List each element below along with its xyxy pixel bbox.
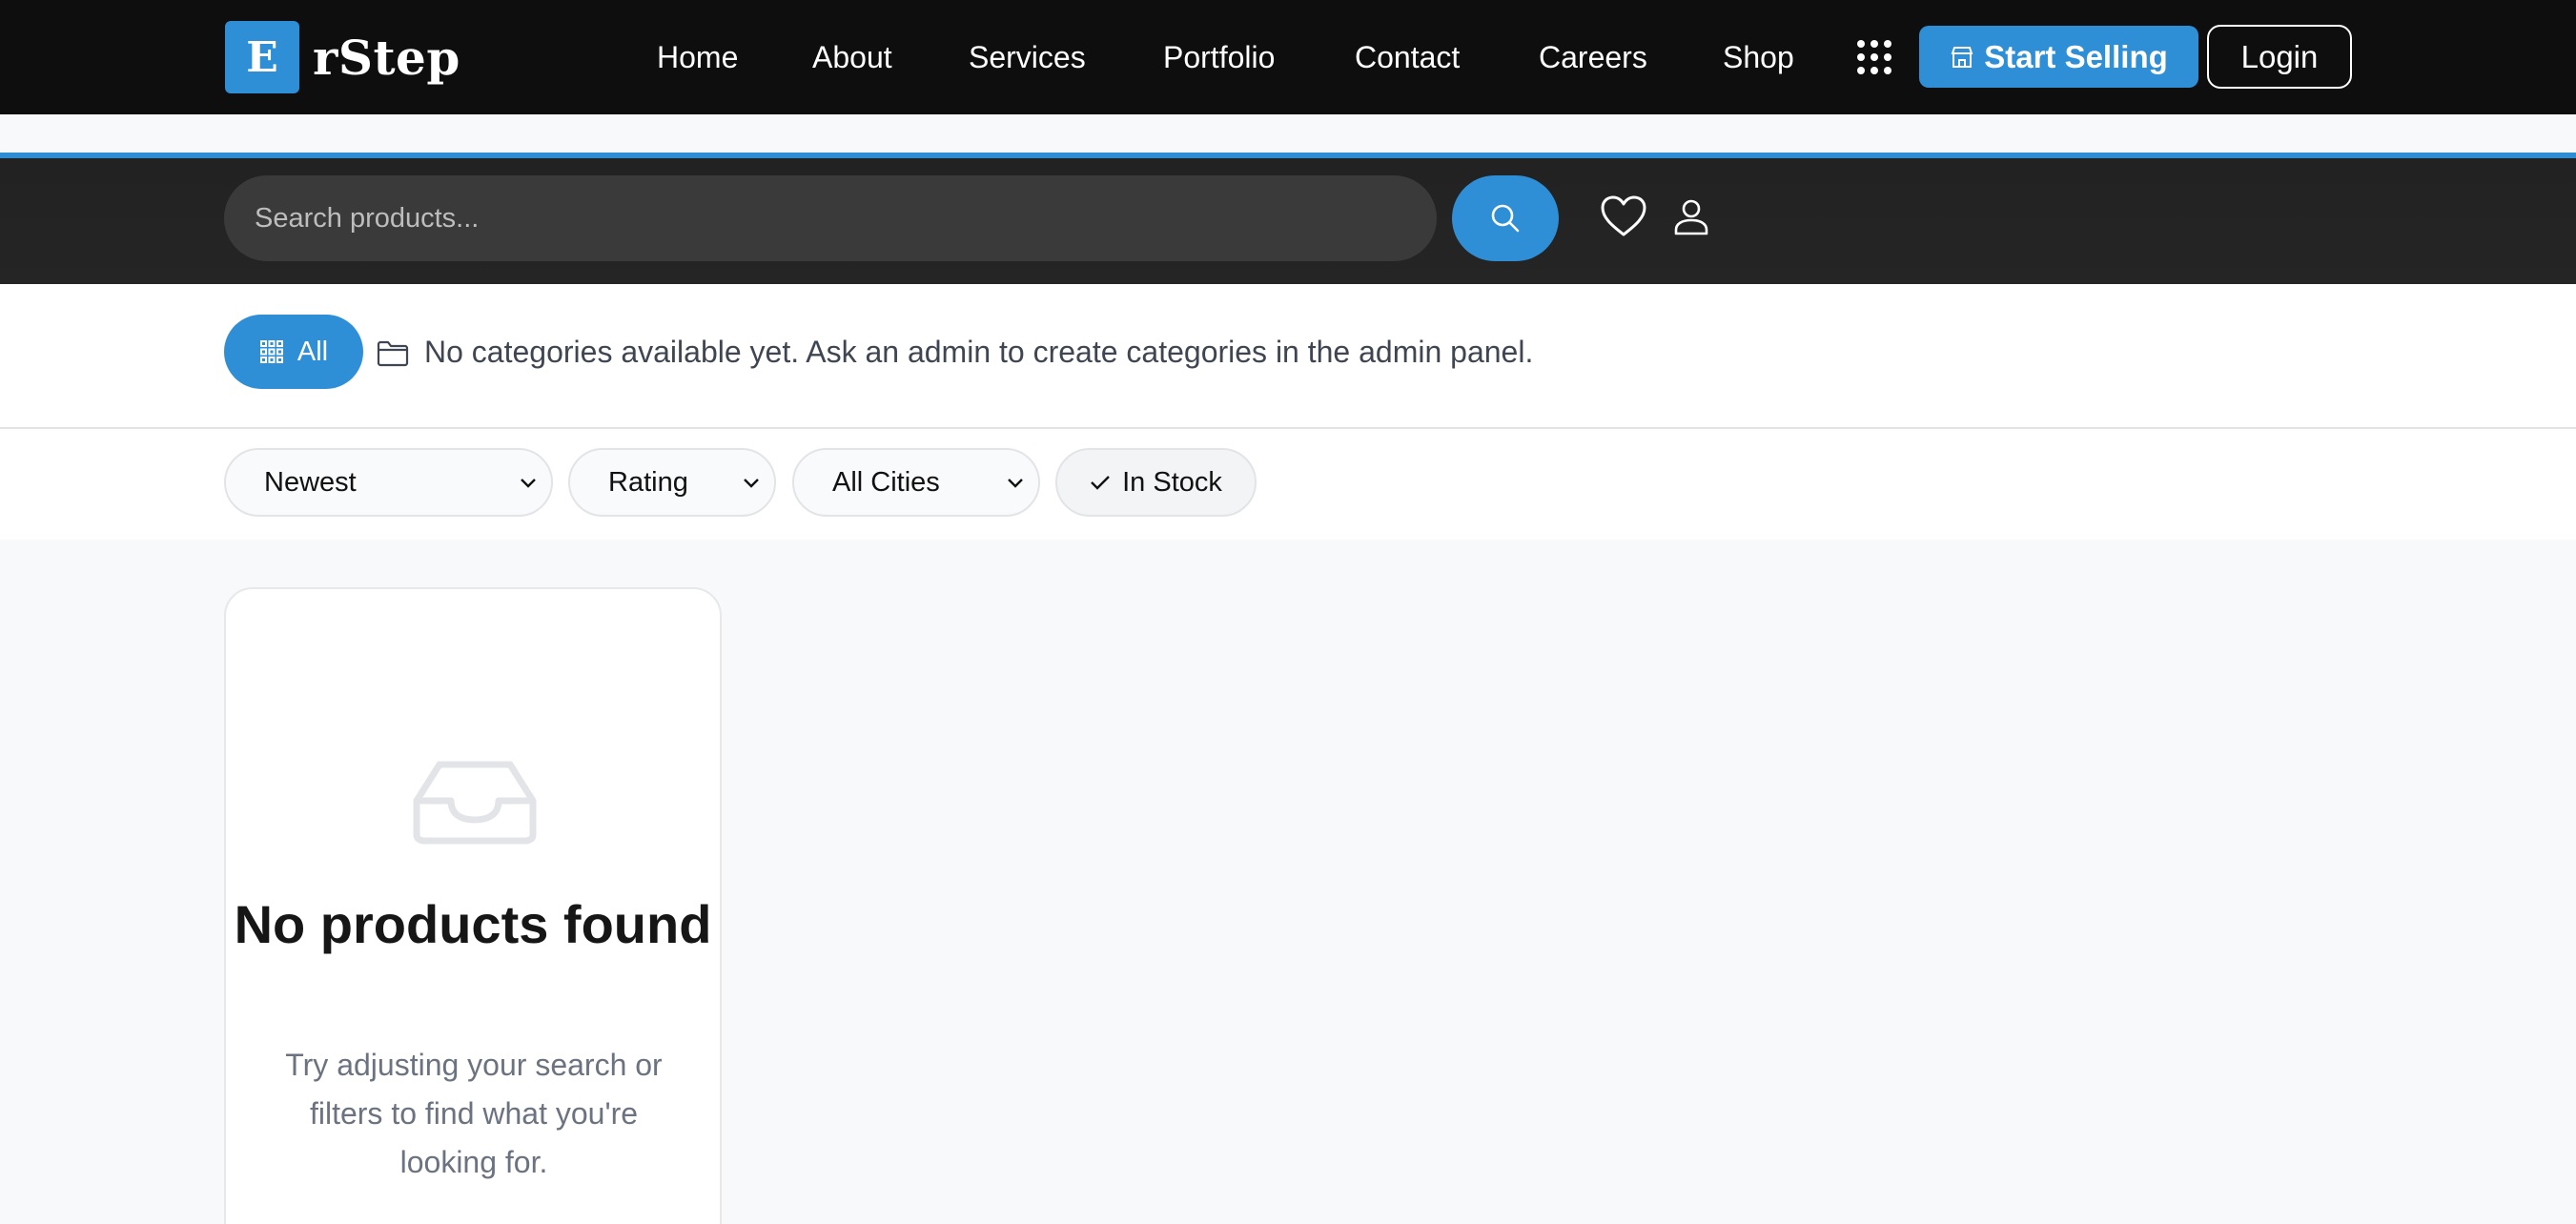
empty-state-card: No products found Try adjusting your sea…: [224, 587, 722, 1224]
filter-bar: Newest Rating All Cities In Stock: [0, 429, 2576, 540]
inbox-icon: [413, 761, 537, 845]
search-input[interactable]: [224, 175, 1437, 261]
chevron-down-icon: [521, 479, 536, 488]
start-selling-button[interactable]: Start Selling: [1919, 26, 2198, 88]
in-stock-label: In Stock: [1122, 466, 1222, 498]
user-icon[interactable]: [1672, 197, 1710, 235]
empty-state-subtitle: Try adjusting your search or filters to …: [285, 1048, 663, 1179]
sort-select-value: Newest: [264, 466, 357, 498]
category-bar: All No categories available yet. Ask an …: [0, 284, 2576, 429]
search-button[interactable]: [1452, 175, 1559, 261]
chevron-down-icon: [744, 479, 759, 488]
nav-link-careers[interactable]: Careers: [1539, 36, 1647, 78]
search-bar: [0, 158, 2576, 284]
rating-select[interactable]: Rating: [568, 448, 776, 517]
search-icon: [1491, 204, 1520, 233]
rating-select-value: Rating: [608, 466, 688, 498]
category-all-button[interactable]: All: [224, 315, 363, 389]
grid-icon: [259, 340, 283, 363]
login-button[interactable]: Login: [2207, 25, 2352, 89]
category-all-label: All: [296, 336, 329, 367]
nav-link-about[interactable]: About: [812, 36, 892, 78]
nav-link-portfolio[interactable]: Portfolio: [1163, 36, 1275, 78]
nav-link-shop[interactable]: Shop: [1723, 36, 1794, 78]
heart-icon[interactable]: [1600, 194, 1647, 238]
sort-select[interactable]: Newest: [224, 448, 553, 517]
empty-state-title: No products found: [234, 894, 712, 954]
nav-link-services[interactable]: Services: [969, 36, 1086, 78]
no-categories-message: No categories available yet. Ask an admi…: [424, 335, 1534, 369]
store-icon: [1951, 46, 1973, 68]
start-selling-label: Start Selling: [1984, 38, 2168, 74]
in-stock-toggle[interactable]: In Stock: [1055, 448, 1257, 517]
check-icon: [1091, 476, 1110, 490]
city-select-value: All Cities: [832, 466, 940, 498]
top-navbar: E rStep Home About Services Portfolio Co…: [0, 0, 2576, 114]
chevron-down-icon: [1008, 479, 1023, 488]
nav-link-home[interactable]: Home: [657, 36, 738, 78]
nav-link-contact[interactable]: Contact: [1355, 36, 1460, 78]
apps-grid-icon[interactable]: [1855, 38, 1893, 76]
folder-icon: [377, 340, 409, 367]
city-select[interactable]: All Cities: [792, 448, 1040, 517]
